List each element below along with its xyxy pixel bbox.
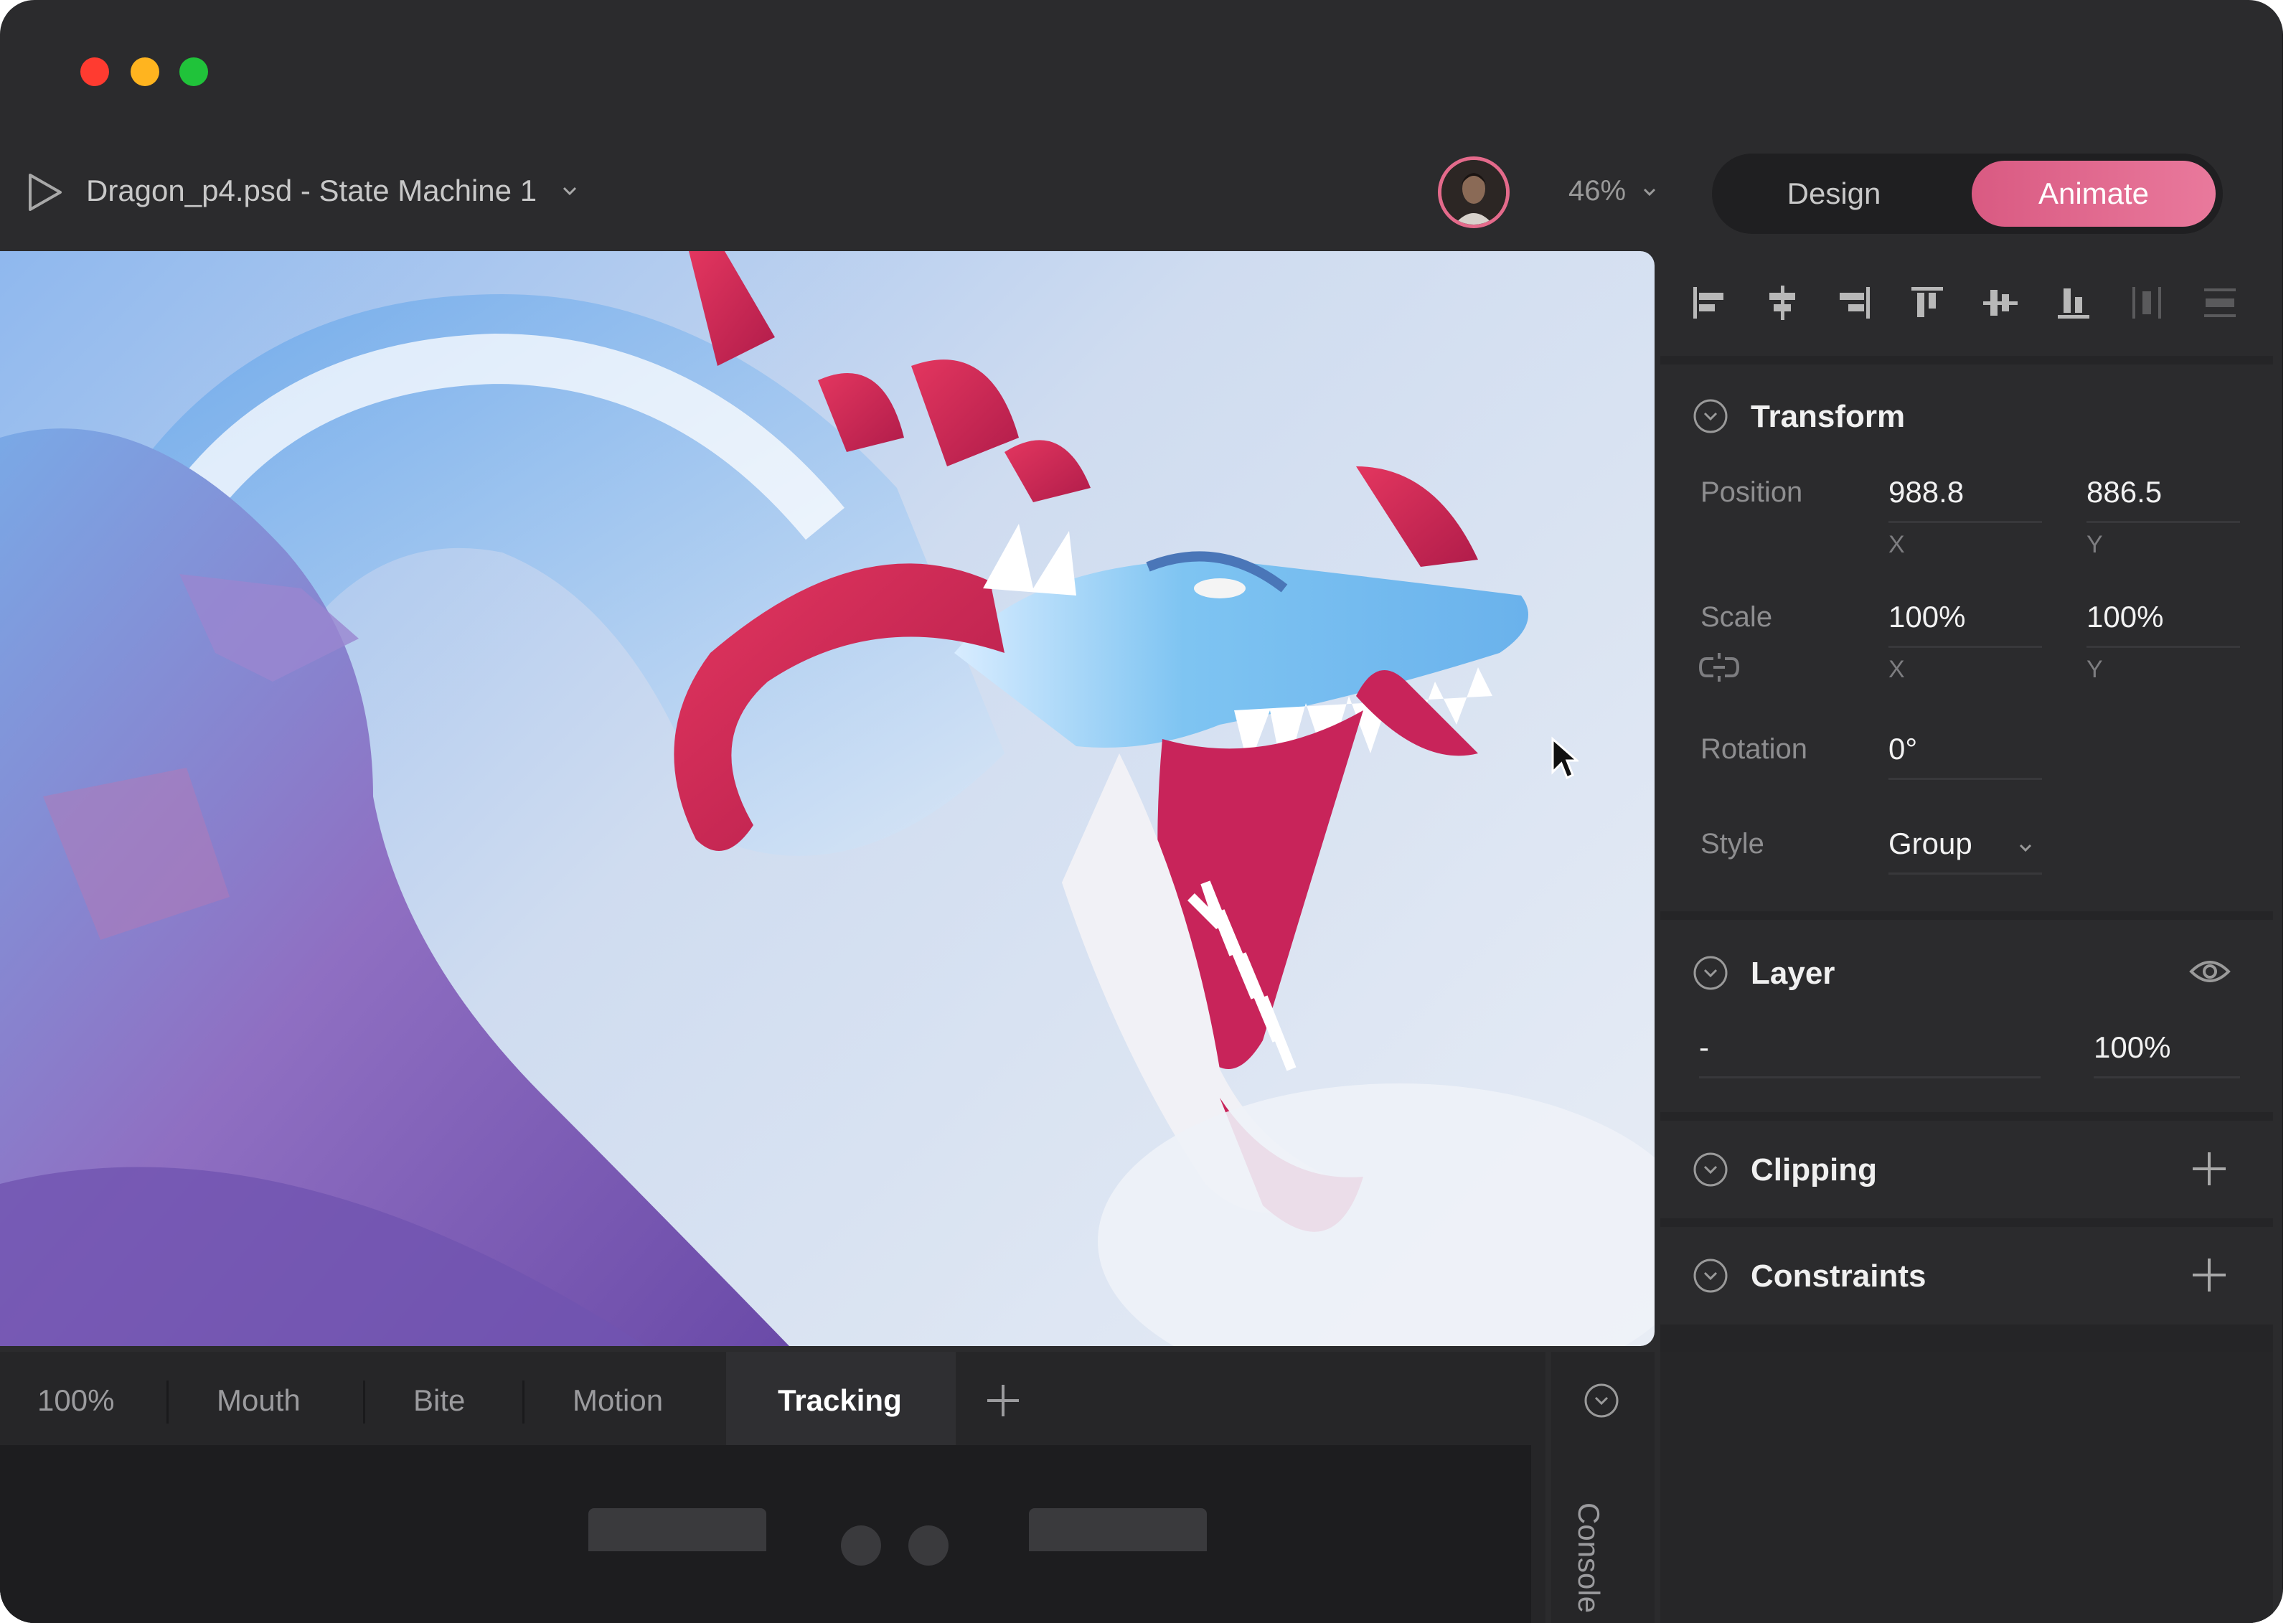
tab-mouth[interactable]: Mouth	[217, 1383, 301, 1418]
blend-mode-select[interactable]: -	[1699, 1030, 1709, 1065]
close-window-button[interactable]	[80, 57, 109, 86]
design-mode-button[interactable]: Design	[1726, 161, 1942, 227]
position-y-input[interactable]: 886.5	[2086, 475, 2162, 509]
axis-x-label: X	[1888, 656, 1905, 683]
timeline-keyframe-block[interactable]	[1029, 1508, 1207, 1551]
scale-y-input[interactable]: 100%	[2086, 600, 2163, 634]
input-underline	[2086, 646, 2240, 648]
animation-tabs: 100% Mouth Bite Motion Tracking	[0, 1352, 1545, 1445]
animate-mode-button[interactable]: Animate	[1972, 161, 2216, 227]
input-underline	[2086, 521, 2240, 523]
tab-divider	[522, 1380, 524, 1424]
console-label[interactable]: Console	[1571, 1502, 1606, 1613]
timeline-keyframe-block[interactable]	[588, 1508, 766, 1551]
align-left-icon[interactable]	[1688, 281, 1731, 324]
distribute-vertical-icon[interactable]	[2198, 281, 2241, 324]
document-title[interactable]: Dragon_p4.psd - State Machine 1	[86, 174, 537, 208]
mode-switch: Design Animate	[1712, 154, 2223, 234]
input-underline	[1699, 1076, 2041, 1078]
tab-tracking[interactable]: Tracking	[778, 1383, 902, 1418]
section-title: Transform	[1751, 399, 1906, 434]
app-window: Dragon_p4.psd - State Machine 1 46% Desi…	[0, 0, 2283, 1623]
add-clipping-icon[interactable]	[2190, 1149, 2229, 1188]
axis-x-label: X	[1888, 531, 1905, 558]
section-title: Constraints	[1751, 1259, 1926, 1294]
input-underline	[1888, 521, 2042, 523]
input-underline	[1888, 872, 2042, 875]
align-bottom-icon[interactable]	[2052, 281, 2095, 324]
link-scale-icon[interactable]	[1698, 651, 1741, 683]
tab-motion[interactable]: Motion	[573, 1383, 663, 1418]
user-avatar[interactable]	[1438, 156, 1510, 228]
timeline-body[interactable]	[0, 1445, 1531, 1623]
align-center-horizontal-icon[interactable]	[1761, 281, 1804, 324]
constraints-section: Constraints	[1660, 1227, 2273, 1325]
play-icon[interactable]	[26, 172, 65, 212]
axis-y-label: Y	[2086, 656, 2103, 683]
position-x-input[interactable]: 988.8	[1888, 475, 1964, 509]
rotation-label: Rotation	[1700, 733, 1807, 765]
minimize-window-button[interactable]	[131, 57, 159, 86]
mouse-cursor-icon	[1551, 736, 1578, 780]
chevron-down-icon[interactable]	[1642, 184, 1657, 199]
align-center-vertical-icon[interactable]	[1979, 281, 2022, 324]
collapse-toggle-icon[interactable]	[1583, 1382, 1620, 1419]
artboard-canvas[interactable]	[0, 251, 1655, 1346]
style-label: Style	[1700, 828, 1764, 860]
style-select[interactable]: Group	[1888, 827, 1972, 861]
input-underline	[1888, 778, 2042, 780]
tab-divider	[363, 1380, 365, 1424]
distribute-horizontal-icon[interactable]	[2125, 281, 2168, 324]
collapse-toggle-icon[interactable]	[1692, 397, 1729, 435]
scale-label: Scale	[1700, 601, 1773, 633]
timeline-panel: 100% Mouth Bite Motion Tracking	[0, 1352, 1545, 1623]
align-toolbar	[1660, 251, 2273, 356]
eye-icon[interactable]	[2188, 956, 2231, 987]
align-right-icon[interactable]	[1832, 281, 1876, 324]
collapse-toggle-icon[interactable]	[1692, 1257, 1729, 1294]
add-constraint-icon[interactable]	[2190, 1256, 2229, 1294]
timeline-handle[interactable]	[841, 1525, 881, 1566]
collapse-toggle-icon[interactable]	[1692, 954, 1729, 992]
chevron-down-icon[interactable]	[561, 182, 578, 199]
tab-bite[interactable]: Bite	[413, 1383, 465, 1418]
chevron-down-icon[interactable]	[2018, 839, 2033, 855]
position-label: Position	[1700, 476, 1803, 508]
timeline-handle[interactable]	[908, 1525, 949, 1566]
toolbar: Dragon_p4.psd - State Machine 1 46% Desi…	[0, 136, 2283, 244]
opacity-input[interactable]: 100%	[2094, 1030, 2170, 1065]
add-animation-icon[interactable]	[983, 1380, 1023, 1421]
section-title: Layer	[1751, 956, 1835, 991]
dragon-illustration	[0, 251, 1655, 1346]
input-underline	[1888, 646, 2042, 648]
axis-y-label: Y	[2086, 531, 2103, 558]
tab-divider	[166, 1380, 169, 1424]
layer-section: Layer - 100%	[1660, 920, 2273, 1112]
transform-section: Transform Position 988.8 886.5 X Y Scale…	[1660, 364, 2273, 911]
zoom-level[interactable]: 46%	[1568, 175, 1626, 207]
console-panel: Console	[1551, 1352, 1655, 1623]
rotation-input[interactable]: 0°	[1888, 732, 1917, 766]
clipping-section: Clipping	[1660, 1121, 2273, 1218]
maximize-window-button[interactable]	[179, 57, 208, 86]
scale-x-input[interactable]: 100%	[1888, 600, 1965, 634]
section-title: Clipping	[1751, 1152, 1877, 1187]
collapse-toggle-icon[interactable]	[1692, 1151, 1729, 1188]
tab-speed[interactable]: 100%	[37, 1383, 114, 1418]
inspector-empty-area	[1660, 1352, 2273, 1623]
align-top-icon[interactable]	[1906, 281, 1949, 324]
input-underline	[2094, 1076, 2240, 1078]
